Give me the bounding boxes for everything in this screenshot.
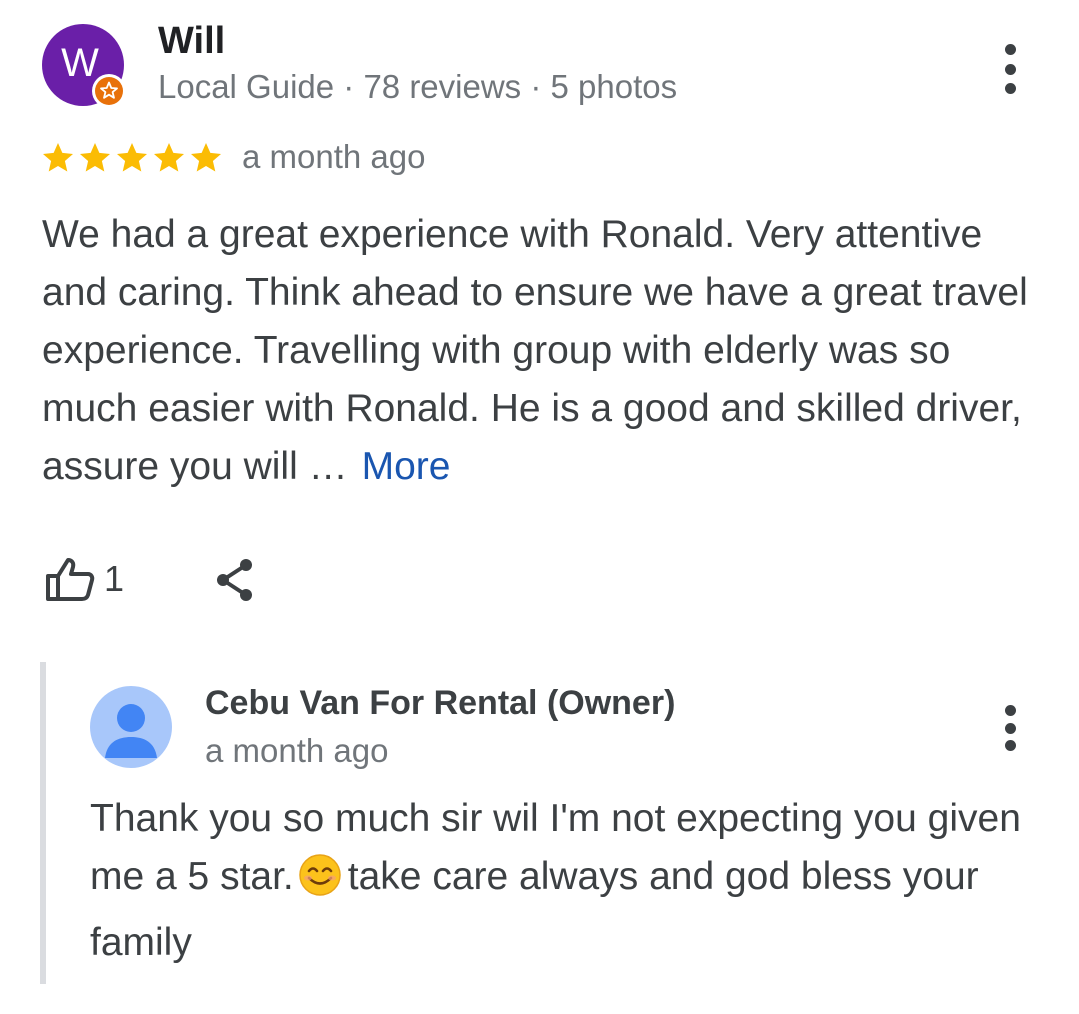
more-vert-icon[interactable] <box>1000 44 1020 94</box>
star-icon <box>80 143 110 172</box>
thumbs-up-icon <box>46 558 95 601</box>
owner-name: Cebu Van For Rental (Owner) <box>205 684 676 722</box>
star-icon <box>191 143 221 172</box>
review-body: We had a great experience with Ronald. V… <box>42 213 1028 488</box>
review-text: We had a great experience with Ronald. V… <box>42 206 1052 496</box>
reviewer-name[interactable]: Will <box>158 20 225 63</box>
more-vert-icon[interactable] <box>1000 705 1020 751</box>
share-icon <box>217 559 252 601</box>
owner-avatar <box>90 686 172 768</box>
star-icon <box>43 143 73 172</box>
more-link[interactable]: More <box>362 445 451 488</box>
like-count: 1 <box>104 558 125 599</box>
star-rating <box>40 140 224 176</box>
owner-reply-text: Thank you so much sir wil I'm not expect… <box>90 790 1050 972</box>
smiling-face-emoji <box>298 853 342 914</box>
star-icon <box>154 143 184 172</box>
reply-divider <box>40 662 46 984</box>
star-icon <box>117 143 147 172</box>
reviewer-meta: Local Guide · 78 reviews · 5 photos <box>158 68 678 105</box>
like-button[interactable]: 1 <box>44 556 124 602</box>
review-date: a month ago <box>242 138 426 175</box>
owner-reply-date: a month ago <box>205 732 389 769</box>
share-button[interactable] <box>212 556 258 609</box>
person-icon <box>105 704 157 758</box>
local-guide-star-icon <box>92 74 126 108</box>
